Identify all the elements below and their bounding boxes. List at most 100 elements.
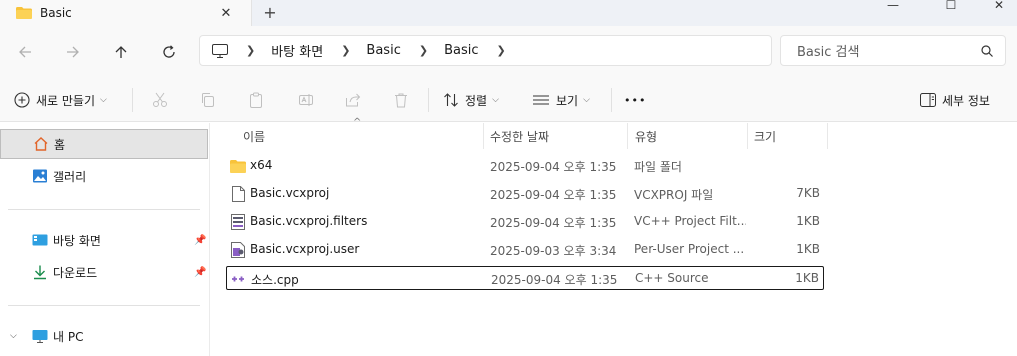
cpp-file-icon (231, 271, 247, 287)
chevron-right-icon[interactable]: ❯ (496, 44, 505, 57)
download-icon (34, 265, 46, 280)
up-button[interactable] (108, 39, 134, 65)
close-window-button[interactable]: ✕ (984, 0, 1014, 12)
search-icon (981, 45, 993, 57)
back-button[interactable] (12, 39, 38, 65)
details-pane-icon (920, 93, 936, 107)
file-type: C++ Source (635, 271, 709, 285)
file-name: Basic.vcxproj.user (250, 242, 360, 256)
file-icon (230, 186, 246, 202)
file-modified: 2025-09-04 오후 1:35 (490, 188, 617, 202)
chevron-right-icon: ❯ (418, 44, 429, 57)
scissors-icon (153, 92, 167, 107)
pin-icon[interactable]: 📌 (194, 267, 206, 278)
view-button[interactable]: 보기 ⌵ (532, 90, 590, 110)
column-separator[interactable] (747, 123, 748, 149)
sort-button[interactable]: 정렬 ⌵ (443, 90, 499, 110)
gallery-icon (33, 169, 47, 183)
delete-button[interactable] (391, 90, 411, 110)
view-list-icon (533, 95, 549, 105)
refresh-button[interactable] (156, 39, 182, 65)
column-header-type[interactable]: 유형 (635, 123, 657, 149)
column-separator[interactable] (483, 123, 484, 149)
file-name: 소스.cpp (251, 273, 299, 287)
tab-basic[interactable]: Basic ✕ (0, 0, 252, 26)
clipboard-icon (250, 92, 262, 108)
address-bar[interactable]: ❯ 바탕 화면 ❯ Basic ❯ Basic ❯ (199, 35, 772, 66)
filters-file-icon (230, 214, 246, 230)
file-modified: 2025-09-04 오후 1:35 (491, 273, 618, 287)
file-size: 1KB (796, 242, 820, 256)
sidebar-item-label: 갤러리 (53, 169, 87, 184)
monitor-icon (212, 43, 228, 58)
column-separator[interactable] (627, 123, 628, 149)
column-header-name[interactable]: 이름 (243, 123, 265, 149)
chevron-down-icon[interactable]: ⌵ (10, 331, 17, 341)
details-pane-button[interactable]: 세부 정보 (920, 90, 990, 110)
cut-button[interactable] (150, 90, 170, 110)
command-bar: 새로 만들기 ⌵ 정렬 ⌵ 보기 ⌵ ••• 세부 정보 (0, 78, 1017, 122)
column-separator[interactable] (827, 123, 828, 149)
sidebar-item-downloads[interactable]: 다운로드 📌 (0, 257, 208, 287)
view-label: 보기 (556, 93, 579, 108)
sort-caret-icon: ^ (353, 117, 362, 128)
share-icon (346, 93, 361, 107)
divider (428, 88, 429, 112)
sidebar-item-this-pc[interactable]: ⌵ 내 PC (0, 321, 208, 351)
arrow-right-icon (67, 46, 79, 58)
share-button[interactable] (343, 90, 363, 110)
file-size: 1KB (796, 214, 820, 228)
new-tab-button[interactable]: + (260, 2, 280, 22)
sidebar-item-home[interactable]: 홈 (0, 129, 208, 159)
chevron-down-icon: ⌵ (492, 95, 499, 105)
arrow-up-icon (115, 46, 127, 58)
details-pane-label: 세부 정보 (942, 93, 990, 108)
paste-button[interactable] (246, 90, 266, 110)
file-row-vcxproj-filters[interactable]: Basic.vcxproj.filters 2025-09-04 오후 1:35… (226, 210, 824, 234)
file-name: Basic.vcxproj (250, 186, 330, 200)
search-box[interactable]: Basic 검색 (780, 35, 1006, 66)
tab-title: Basic (40, 6, 72, 20)
file-row-x64[interactable]: x64 2025-09-04 오후 1:35 파일 폴더 (226, 154, 824, 178)
navigation-pane: 홈 갤러리 바탕 화면 📌 다운로드 📌 ⌵ 내 PC (0, 123, 210, 356)
file-size: 1KB (795, 271, 819, 285)
arrow-left-icon (19, 46, 31, 58)
file-row-source-cpp[interactable]: 소스.cpp 2025-09-04 오후 1:35 C++ Source 1KB (226, 266, 824, 290)
sidebar-item-gallery[interactable]: 갤러리 (0, 161, 208, 191)
file-name: x64 (250, 158, 273, 172)
maximize-button[interactable]: ☐ (936, 0, 966, 12)
file-row-vcxproj-user[interactable]: Basic.vcxproj.user 2025-09-03 오후 3:34 Pe… (226, 238, 824, 262)
chevron-right-icon: ❯ (246, 44, 256, 57)
tab-strip: Basic ✕ + — ☐ ✕ (0, 0, 1017, 26)
folder-icon (16, 7, 32, 19)
breadcrumb-desktop[interactable]: 바탕 화면 (271, 41, 323, 60)
rename-button[interactable] (296, 90, 316, 110)
sidebar-item-label: 내 PC (53, 329, 84, 344)
file-type: VC++ Project Filt... (634, 214, 746, 228)
tab-close-icon[interactable]: ✕ (216, 3, 236, 23)
minimize-button[interactable]: — (878, 0, 908, 12)
navigation-bar: ❯ 바탕 화면 ❯ Basic ❯ Basic ❯ Basic 검색 (0, 26, 1017, 78)
column-header-size[interactable]: 크기 (754, 123, 776, 149)
sort-icon (444, 93, 458, 107)
more-options-button[interactable]: ••• (624, 90, 646, 110)
new-button[interactable]: 새로 만들기 ⌵ (14, 90, 107, 110)
breadcrumb-basic-current[interactable]: Basic (444, 43, 478, 58)
copy-icon (202, 93, 214, 107)
pin-icon[interactable]: 📌 (194, 235, 206, 246)
file-row-vcxproj[interactable]: Basic.vcxproj 2025-09-04 오후 1:35 VCXPROJ… (226, 182, 824, 206)
column-header-modified[interactable]: 수정한 날짜 (490, 123, 549, 149)
copy-button[interactable] (198, 90, 218, 110)
sidebar-item-desktop[interactable]: 바탕 화면 📌 (0, 225, 208, 255)
user-file-icon (230, 242, 246, 258)
folder-icon (230, 158, 246, 174)
search-placeholder: Basic 검색 (797, 45, 860, 60)
trash-icon (395, 93, 407, 108)
file-name: Basic.vcxproj.filters (250, 214, 368, 228)
sidebar-divider (8, 209, 200, 210)
divider (611, 88, 612, 112)
file-type: 파일 폴더 (634, 160, 682, 174)
sidebar-divider (8, 305, 200, 306)
forward-button[interactable] (60, 39, 86, 65)
breadcrumb-basic-parent[interactable]: Basic (366, 43, 400, 58)
